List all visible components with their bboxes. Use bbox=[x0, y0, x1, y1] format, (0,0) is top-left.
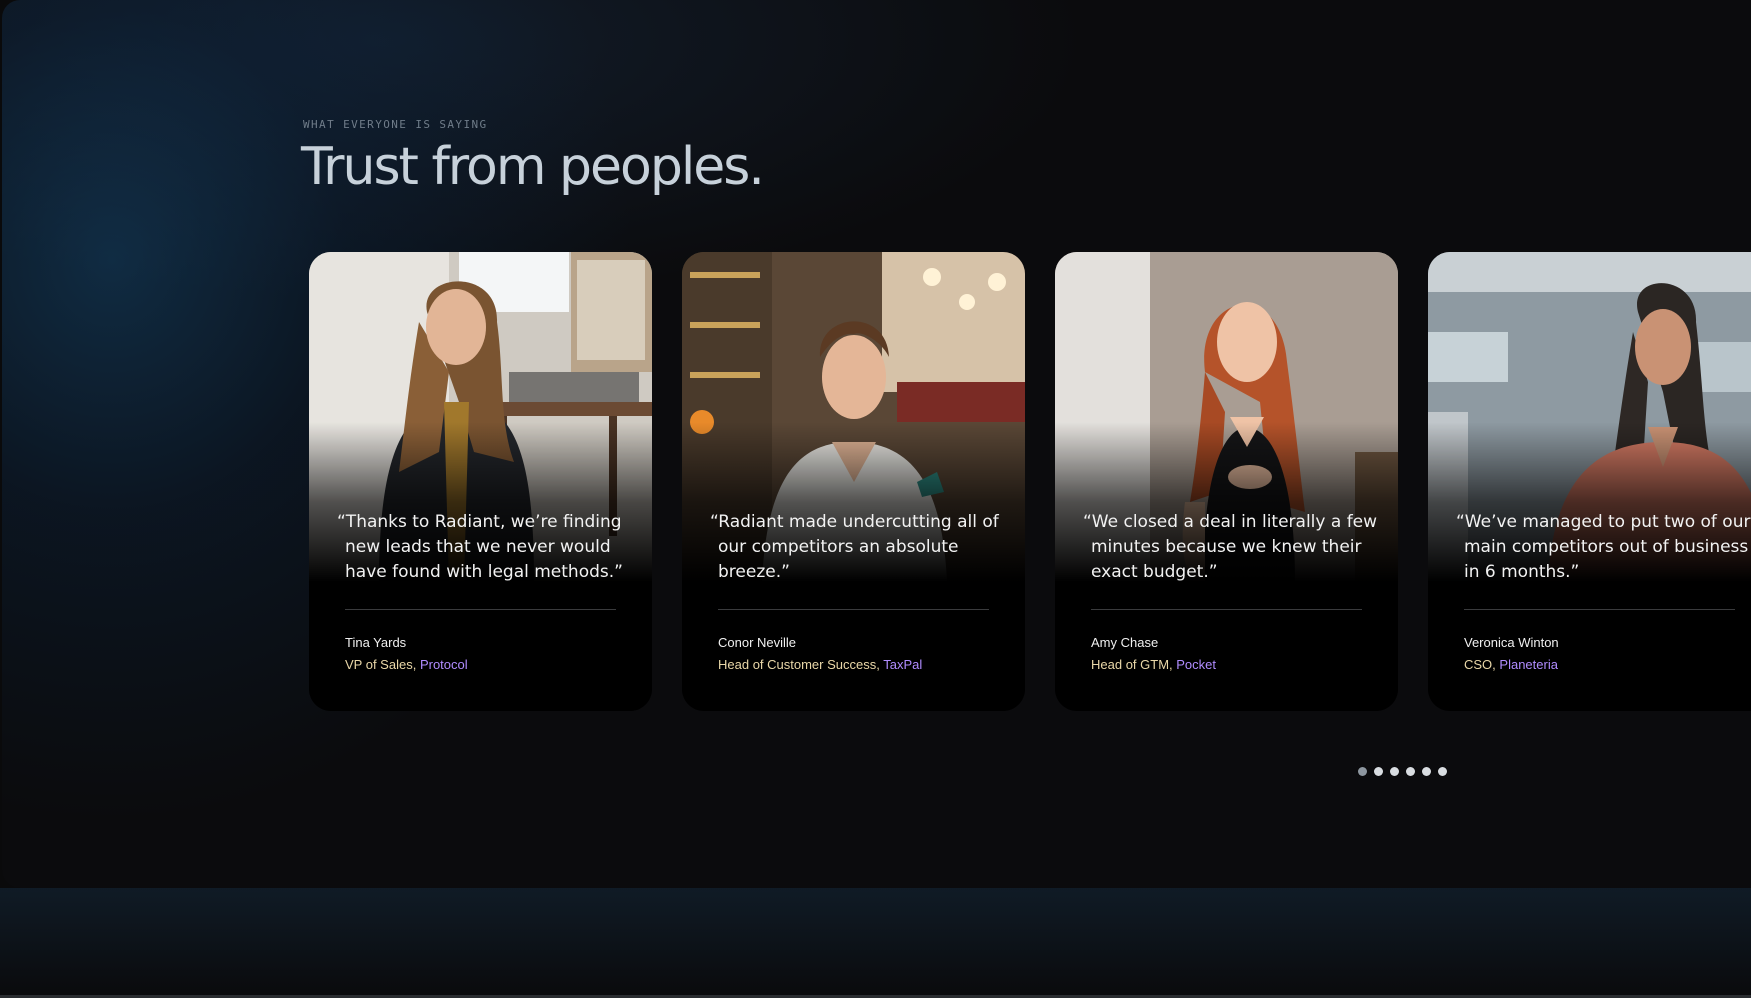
pagination-dot-2[interactable] bbox=[1374, 767, 1383, 776]
pagination-dot-1[interactable] bbox=[1358, 767, 1367, 776]
company-link[interactable]: TaxPal bbox=[883, 657, 922, 672]
testimonial-role: Head of Customer Success, TaxPal bbox=[718, 657, 923, 672]
pagination-dot-3[interactable] bbox=[1390, 767, 1399, 776]
testimonial-quote: “We’ve managed to put two of our main co… bbox=[1456, 512, 1751, 582]
company-link[interactable]: Protocol bbox=[420, 657, 468, 672]
divider bbox=[345, 609, 616, 610]
company-link[interactable]: Pocket bbox=[1176, 657, 1216, 672]
testimonial-name: Amy Chase bbox=[1091, 635, 1159, 650]
testimonial-name: Veronica Winton bbox=[1464, 635, 1559, 650]
testimonial-card[interactable]: “We closed a deal in literally a few min… bbox=[1055, 252, 1398, 711]
testimonial-role: CSO, Planeteria bbox=[1464, 657, 1558, 672]
divider bbox=[1464, 609, 1735, 610]
carousel-pagination bbox=[1358, 767, 1447, 776]
testimonial-role: Head of GTM, Pocket bbox=[1091, 657, 1217, 672]
pagination-dot-5[interactable] bbox=[1422, 767, 1431, 776]
page: WHAT EVERYONE IS SAYING Trust from peopl… bbox=[0, 0, 1751, 998]
testimonials-section: WHAT EVERYONE IS SAYING Trust from peopl… bbox=[2, 0, 1751, 888]
section-eyebrow: WHAT EVERYONE IS SAYING bbox=[303, 118, 488, 131]
pagination-dot-4[interactable] bbox=[1406, 767, 1415, 776]
footer-band bbox=[0, 888, 1751, 998]
divider bbox=[718, 609, 989, 610]
testimonial-card[interactable]: “Radiant made undercutting all of our co… bbox=[682, 252, 1025, 711]
divider bbox=[1091, 609, 1362, 610]
pagination-dot-6[interactable] bbox=[1438, 767, 1447, 776]
testimonial-card[interactable]: “We’ve managed to put two of our main co… bbox=[1428, 252, 1751, 711]
role-title: Head of GTM bbox=[1091, 657, 1170, 672]
testimonial-role: VP of Sales, Protocol bbox=[345, 657, 468, 672]
section-title: Trust from peoples. bbox=[301, 137, 765, 197]
testimonial-quote: “Radiant made undercutting all of our co… bbox=[710, 512, 999, 582]
role-title: Head of Customer Success bbox=[718, 657, 877, 672]
testimonial-quote: “We closed a deal in literally a few min… bbox=[1083, 512, 1378, 582]
company-link[interactable]: Planeteria bbox=[1499, 657, 1558, 672]
role-title: CSO bbox=[1464, 657, 1493, 672]
testimonial-quote: “Thanks to Radiant, we’re finding new le… bbox=[337, 512, 623, 582]
testimonial-card[interactable]: “Thanks to Radiant, we’re finding new le… bbox=[309, 252, 652, 711]
testimonial-name: Tina Yards bbox=[345, 635, 407, 650]
testimonial-name: Conor Neville bbox=[718, 635, 797, 650]
role-title: VP of Sales bbox=[345, 657, 413, 672]
